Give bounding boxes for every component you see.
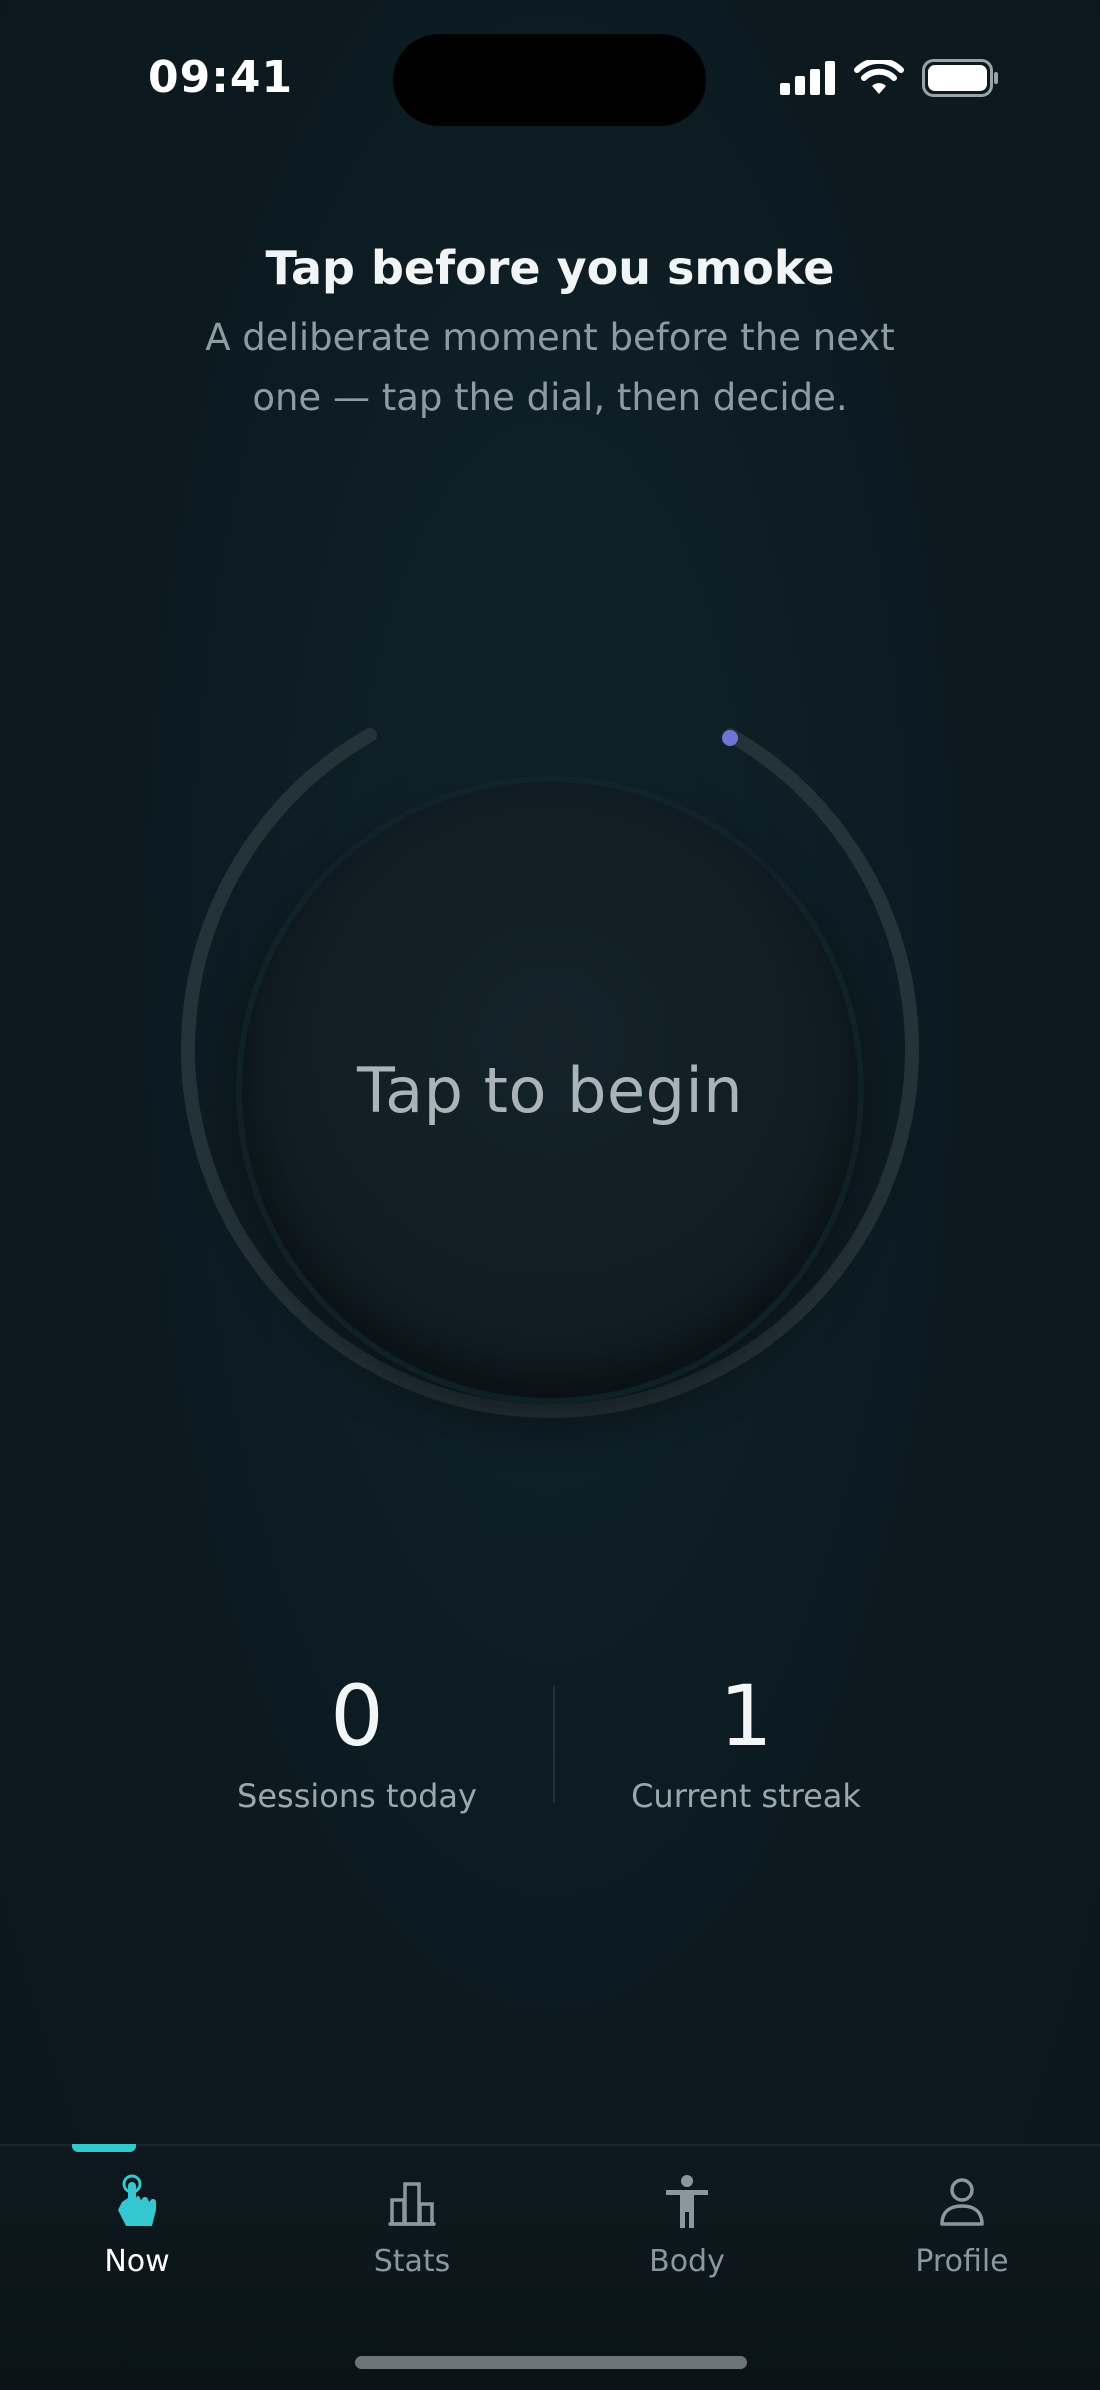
stats-row: 0 Sessions today 1 Current streak — [0, 1660, 1100, 1830]
active-tab-indicator — [72, 2144, 136, 2152]
page-title: Tap before you smoke — [265, 241, 835, 295]
current-streak-value: 1 — [719, 1667, 773, 1765]
tab-body-label: Body — [649, 2244, 725, 2279]
body-figure-icon — [666, 2175, 708, 2228]
sessions-today-label: Sessions today — [237, 1777, 477, 1815]
status-icons — [780, 58, 1000, 98]
tap-hand-icon — [118, 2174, 156, 2226]
dial-button[interactable]: Tap to begin — [242, 782, 858, 1398]
user-icon — [940, 2178, 984, 2226]
tab-profile-label: Profile — [915, 2244, 1009, 2279]
status-time: 09:41 — [148, 52, 294, 103]
current-streak-label: Current streak — [631, 1777, 861, 1815]
dynamic-island — [393, 34, 706, 126]
stats-divider — [553, 1686, 555, 1802]
tab-bar: Now Stats Body Profile — [0, 2144, 1100, 2390]
tab-now-label: Now — [104, 2244, 170, 2279]
sessions-today-value: 0 — [330, 1667, 384, 1765]
battery-icon — [922, 59, 998, 97]
home-indicator — [355, 2356, 747, 2369]
page-subtitle: A deliberate moment before the next one … — [205, 316, 895, 419]
tab-profile[interactable]: Profile — [862, 2146, 1062, 2306]
dial-label: Tap to begin — [357, 1053, 743, 1127]
tab-now[interactable]: Now — [37, 2144, 237, 2306]
dial-progress-dot — [722, 730, 738, 746]
bar-chart-icon — [388, 2182, 436, 2226]
current-streak-stat: 1 Current streak — [576, 1660, 916, 1818]
sessions-today-stat: 0 Sessions today — [187, 1660, 527, 1818]
header: Tap before you smoke A deliberate moment… — [0, 234, 1100, 428]
tab-body[interactable]: Body — [587, 2146, 787, 2306]
cellular-signal-icon — [780, 61, 835, 95]
status-bar: 09:41 — [0, 0, 1100, 160]
wifi-icon — [854, 60, 904, 94]
dial[interactable]: Tap to begin — [170, 710, 930, 1470]
tab-stats-label: Stats — [373, 2244, 451, 2279]
tab-stats[interactable]: Stats — [312, 2146, 512, 2306]
